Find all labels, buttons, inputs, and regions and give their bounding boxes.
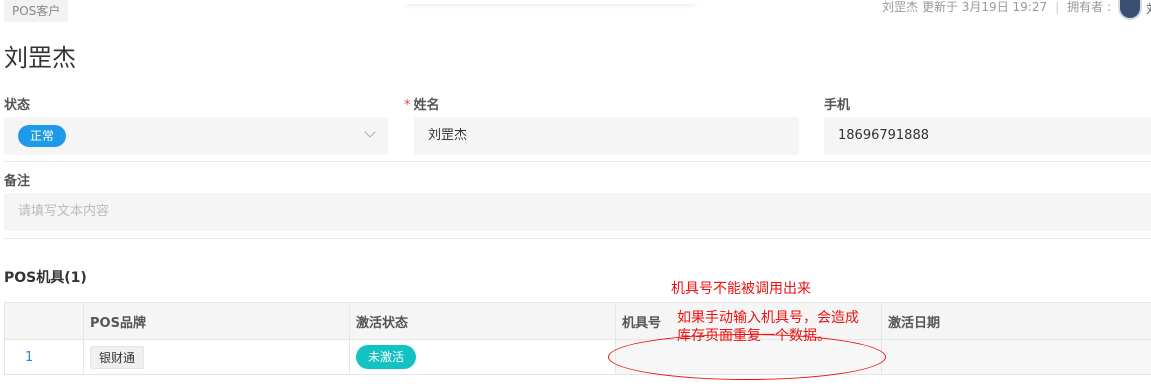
activation-status-badge: 未激活	[356, 345, 417, 369]
divider	[4, 238, 1151, 239]
chevron-down-icon	[364, 126, 376, 138]
name-label-text: 姓名	[413, 98, 440, 113]
pos-table: POS品牌 激活状态 机具号 激活日期 1 银财通 未激活	[4, 302, 1151, 375]
cell-pos-brand: 银财通	[84, 340, 350, 374]
row-index-link[interactable]: 1	[5, 340, 84, 374]
header-activation-status: 激活状态	[350, 303, 616, 339]
top-shadow-divider	[405, 0, 695, 4]
header-index	[5, 303, 84, 339]
remark-placeholder: 请填写文本内容	[18, 204, 110, 219]
status-select[interactable]: 正常	[4, 117, 388, 155]
page-title: 刘罡杰	[4, 44, 76, 72]
phone-field[interactable]: 18696791888	[824, 117, 1151, 155]
row-index[interactable]: 1	[25, 350, 33, 365]
brand-chip: 银财通	[90, 345, 145, 369]
remark-field[interactable]: 请填写文本内容	[4, 193, 1151, 231]
annotation-ellipse	[608, 334, 886, 380]
meta-separator: |	[1055, 0, 1060, 14]
table-row[interactable]: 1 银财通 未激活	[5, 340, 1151, 375]
module-tag[interactable]: POS客户	[4, 0, 69, 22]
owner-avatar[interactable]	[1118, 0, 1142, 20]
pos-section-title: POS机具(1)	[4, 270, 87, 286]
required-mark: *	[404, 98, 411, 113]
table-header-row: POS品牌 激活状态 机具号 激活日期	[5, 303, 1151, 340]
owner-label: 拥有者 :	[1067, 0, 1111, 14]
record-meta: 刘罡杰 更新于 3月19日 19:27 | 拥有者 :	[882, 0, 1111, 14]
phone-label: 手机	[824, 98, 851, 113]
annotation-line-1: 机具号不能被调用出来	[671, 281, 811, 297]
header-pos-brand: POS品牌	[84, 303, 350, 339]
status-badge: 正常	[18, 124, 67, 147]
cell-activation-status: 未激活	[350, 340, 616, 374]
remark-label: 备注	[4, 174, 31, 189]
annotation-line-2: 如果手动输入机具号，会造成	[677, 310, 859, 326]
updated-info: 刘罡杰 更新于 3月19日 19:27	[882, 0, 1048, 14]
name-field[interactable]: 刘罡杰	[414, 117, 799, 155]
header-activation-date: 激活日期	[882, 303, 1151, 339]
cell-activation-date[interactable]	[882, 340, 1151, 374]
owner-name-truncated[interactable]: 刘	[1146, 0, 1151, 17]
status-label: 状态	[4, 98, 31, 113]
name-label: * 姓名	[404, 94, 440, 113]
divider	[4, 161, 1151, 162]
